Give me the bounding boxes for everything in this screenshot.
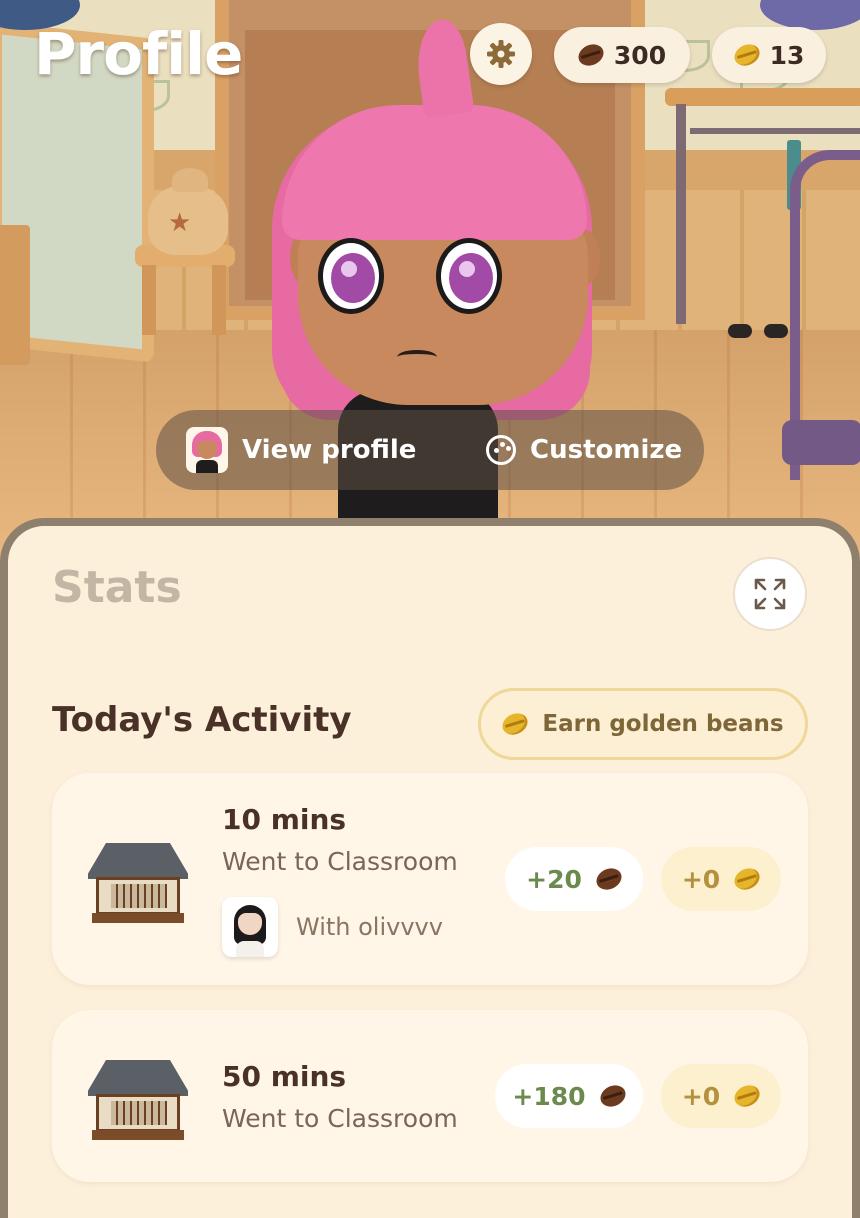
activity-place: Went to Classroom	[222, 1104, 458, 1133]
classroom-building-icon	[88, 1060, 188, 1140]
golden-bean-reward-value: +0	[681, 864, 721, 894]
page-title: Profile	[34, 20, 243, 88]
earn-golden-beans-button[interactable]: Earn golden beans	[478, 688, 808, 760]
activity-card[interactable]: 50 mins Went to Classroom +180 +0	[52, 1010, 808, 1182]
expand-button[interactable]	[733, 557, 807, 631]
golden-bean-count: 13	[769, 40, 805, 70]
palette-icon	[486, 435, 516, 465]
expand-icon	[754, 578, 786, 610]
golden-bean-icon	[731, 864, 764, 894]
activity-card[interactable]: 10 mins Went to Classroom With olivvvv +…	[52, 773, 808, 985]
side-shelf	[0, 225, 30, 365]
customize-label: Customize	[530, 435, 683, 465]
golden-bean-icon	[499, 709, 532, 739]
coffee-bean-icon	[574, 40, 607, 70]
view-profile-button[interactable]: View profile	[186, 410, 416, 490]
view-profile-label: View profile	[242, 435, 417, 465]
golden-bean-reward: +0	[661, 847, 781, 911]
settings-button[interactable]	[470, 23, 532, 85]
coffee-bean-reward-value: +20	[526, 864, 582, 894]
activity-duration: 50 mins	[222, 1060, 347, 1093]
golden-bean-icon	[730, 40, 763, 70]
activity-place: Went to Classroom	[222, 847, 458, 876]
friend-avatar[interactable]	[222, 897, 278, 957]
profile-action-bar: View profile Customize	[156, 410, 704, 490]
coffee-bean-reward-value: +180	[512, 1081, 586, 1111]
golden-bean-reward: +0	[661, 1064, 781, 1128]
coffee-bean-reward: +20	[505, 847, 643, 911]
activity-duration: 10 mins	[222, 803, 347, 836]
clothes-rack	[665, 88, 860, 106]
coffee-bean-icon	[592, 864, 625, 894]
stats-title: Stats	[52, 562, 182, 613]
classroom-building-icon	[88, 843, 188, 923]
customize-button[interactable]: Customize	[486, 410, 682, 490]
golden-bean-balance[interactable]: 13	[712, 27, 826, 83]
coffee-bean-count: 300	[613, 40, 667, 70]
coffee-bean-icon	[596, 1081, 629, 1111]
activity-companion: With olivvvv	[296, 913, 443, 941]
golden-bean-reward-value: +0	[681, 1081, 721, 1111]
gear-icon	[487, 40, 515, 68]
todays-activity-title: Today's Activity	[52, 700, 352, 740]
avatar-thumbnail-icon	[186, 427, 228, 473]
coffee-bean-balance[interactable]: 300	[554, 27, 690, 83]
earn-golden-beans-label: Earn golden beans	[542, 711, 784, 737]
coffee-bean-reward: +180	[495, 1064, 643, 1128]
golden-bean-icon	[731, 1081, 764, 1111]
